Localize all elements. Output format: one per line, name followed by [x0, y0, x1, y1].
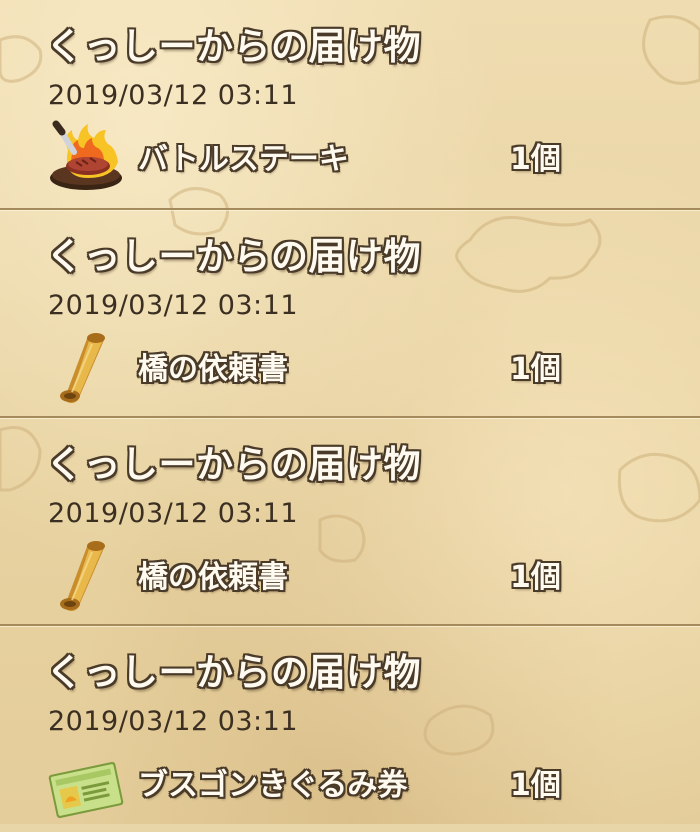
mail-date: 2019/03/12 03:11	[48, 498, 299, 529]
item-name: 橋の依頼書	[138, 560, 288, 595]
item-name: 橋の依頼書	[138, 352, 288, 387]
ticket-icon	[46, 746, 126, 822]
mail-date: 2019/03/12 03:11	[48, 80, 299, 111]
item-quantity: 1個	[510, 352, 561, 387]
mail-entry[interactable]: くっしーからの届け物 2019/03/12 03:11 バトルステーキ 1個	[0, 0, 700, 208]
item-quantity: 1個	[510, 560, 561, 595]
mail-date: 2019/03/12 03:11	[48, 290, 299, 321]
scroll-icon	[46, 538, 126, 614]
mail-title: くっしーからの届け物	[46, 651, 421, 694]
item-quantity: 1個	[510, 142, 561, 177]
mail-title: くっしーからの届け物	[46, 25, 421, 68]
mail-title: くっしーからの届け物	[46, 443, 421, 486]
scroll-icon	[46, 330, 126, 406]
item-name: バトルステーキ	[138, 142, 349, 177]
mail-list: くっしーからの届け物 2019/03/12 03:11 バトルステーキ 1個 く…	[0, 0, 700, 832]
mail-title: くっしーからの届け物	[46, 235, 421, 278]
mail-date: 2019/03/12 03:11	[48, 706, 299, 737]
item-name: ブスゴンきぐるみ券	[138, 768, 408, 803]
mail-entry[interactable]: くっしーからの届け物 2019/03/12 03:11 ブスゴンきぐるみ券 1個	[0, 624, 700, 832]
mail-entry[interactable]: くっしーからの届け物 2019/03/12 03:11 橋の依頼書 1個	[0, 416, 700, 624]
steak-icon	[46, 120, 126, 196]
item-quantity: 1個	[510, 768, 561, 803]
mail-entry[interactable]: くっしーからの届け物 2019/03/12 03:11 橋の依頼書 1個	[0, 208, 700, 416]
